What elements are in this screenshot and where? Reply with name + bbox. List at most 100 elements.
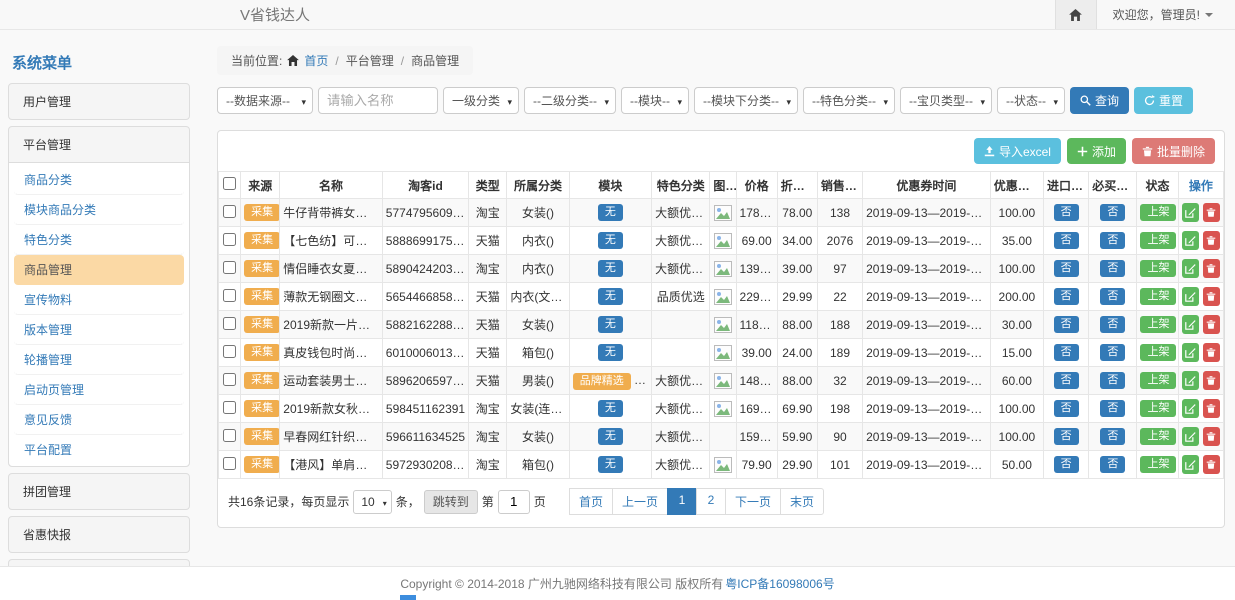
row-checkbox[interactable] <box>223 205 236 218</box>
home-button[interactable] <box>1055 0 1097 29</box>
import-select-badge[interactable]: 否 <box>1054 288 1079 305</box>
submenu-item[interactable]: 版本管理 <box>14 315 184 345</box>
must-buy-badge[interactable]: 否 <box>1100 204 1125 221</box>
status-badge[interactable]: 上架 <box>1140 372 1176 389</box>
jump-button[interactable]: 跳转到 <box>424 490 478 514</box>
row-checkbox[interactable] <box>223 289 236 302</box>
must-buy-badge[interactable]: 否 <box>1100 344 1125 361</box>
delete-button[interactable] <box>1203 343 1220 362</box>
delete-button[interactable] <box>1203 231 1220 250</box>
must-buy-badge[interactable]: 否 <box>1100 316 1125 333</box>
reset-button[interactable]: 重置 <box>1134 87 1193 114</box>
import-select-badge[interactable]: 否 <box>1054 456 1079 473</box>
status-badge[interactable]: 上架 <box>1140 260 1176 277</box>
must-buy-badge[interactable]: 否 <box>1100 232 1125 249</box>
submenu-item[interactable]: 模块商品分类 <box>14 195 184 225</box>
status-badge[interactable]: 上架 <box>1140 400 1176 417</box>
submenu-item[interactable]: 宣传物料 <box>14 285 184 315</box>
status-badge[interactable]: 上架 <box>1140 232 1176 249</box>
row-checkbox[interactable] <box>223 457 236 470</box>
filter-select[interactable]: 一级分类 ▾ <box>443 87 519 114</box>
import-select-badge[interactable]: 否 <box>1054 260 1079 277</box>
page-button[interactable]: 上一页 <box>612 488 668 515</box>
sidebar-item[interactable]: 省惠快报 <box>8 516 190 553</box>
import-excel-button[interactable]: 导入excel <box>974 138 1061 164</box>
edit-button[interactable] <box>1182 343 1199 362</box>
filter-name-input[interactable] <box>318 87 438 114</box>
add-button[interactable]: 添加 <box>1067 138 1126 164</box>
must-buy-badge[interactable]: 否 <box>1100 400 1125 417</box>
delete-button[interactable] <box>1203 371 1220 390</box>
footer-icp-link[interactable]: 粤ICP备16098006号 <box>725 575 834 592</box>
filter-select[interactable]: --特色分类-- ▾ <box>803 87 895 114</box>
sidebar-item[interactable]: 拼团管理 <box>8 473 190 510</box>
scrollbar-thumb[interactable] <box>400 595 416 600</box>
row-checkbox[interactable] <box>223 233 236 246</box>
breadcrumb-home-link[interactable]: 首页 <box>304 52 328 69</box>
filter-select[interactable]: --模块下分类-- ▾ <box>694 87 798 114</box>
delete-button[interactable] <box>1203 427 1220 446</box>
must-buy-badge[interactable]: 否 <box>1100 456 1125 473</box>
edit-button[interactable] <box>1182 315 1199 334</box>
page-button[interactable]: 2 <box>696 488 726 515</box>
submenu-item[interactable]: 意见反馈 <box>14 405 184 435</box>
filter-select[interactable]: --状态-- ▾ <box>997 87 1065 114</box>
filter-select[interactable]: --二级分类-- ▾ <box>524 87 616 114</box>
submenu-item[interactable]: 商品分类 <box>14 165 184 195</box>
select-all-checkbox[interactable] <box>223 177 236 190</box>
filter-select[interactable]: --模块-- ▾ <box>621 87 689 114</box>
edit-button[interactable] <box>1182 427 1199 446</box>
per-page-select[interactable]: 10 ▾ <box>353 490 391 514</box>
edit-button[interactable] <box>1182 203 1199 222</box>
filter-data-source-select[interactable]: --数据来源-- ▾ <box>217 87 313 114</box>
page-button[interactable]: 首页 <box>569 488 613 515</box>
search-button[interactable]: 查询 <box>1070 87 1129 114</box>
submenu-item[interactable]: 平台配置 <box>14 435 184 464</box>
must-buy-badge[interactable]: 否 <box>1100 288 1125 305</box>
delete-button[interactable] <box>1203 399 1220 418</box>
delete-button[interactable] <box>1203 455 1220 474</box>
submenu-item[interactable]: 启动页管理 <box>14 375 184 405</box>
edit-button[interactable] <box>1182 231 1199 250</box>
status-badge[interactable]: 上架 <box>1140 456 1176 473</box>
batch-delete-button[interactable]: 批量删除 <box>1132 138 1215 164</box>
page-button[interactable]: 末页 <box>780 488 824 515</box>
delete-button[interactable] <box>1203 287 1220 306</box>
edit-button[interactable] <box>1182 399 1199 418</box>
row-checkbox[interactable] <box>223 401 236 414</box>
sidebar-item-platform-management[interactable]: 平台管理 <box>9 127 189 162</box>
page-button[interactable]: 1 <box>667 488 697 515</box>
delete-button[interactable] <box>1203 315 1220 334</box>
edit-button[interactable] <box>1182 287 1199 306</box>
submenu-item[interactable]: 轮播管理 <box>14 345 184 375</box>
import-select-badge[interactable]: 否 <box>1054 316 1079 333</box>
import-select-badge[interactable]: 否 <box>1054 400 1079 417</box>
edit-button[interactable] <box>1182 371 1199 390</box>
must-buy-badge[interactable]: 否 <box>1100 260 1125 277</box>
row-checkbox[interactable] <box>223 373 236 386</box>
sidebar-item-user-management[interactable]: 用户管理 <box>8 83 190 120</box>
delete-button[interactable] <box>1203 203 1220 222</box>
user-menu[interactable]: 欢迎您，管理员! <box>1097 0 1235 29</box>
submenu-item[interactable]: 特色分类 <box>14 225 184 255</box>
row-checkbox[interactable] <box>223 345 236 358</box>
import-select-badge[interactable]: 否 <box>1054 344 1079 361</box>
status-badge[interactable]: 上架 <box>1140 204 1176 221</box>
must-buy-badge[interactable]: 否 <box>1100 372 1125 389</box>
row-checkbox[interactable] <box>223 429 236 442</box>
status-badge[interactable]: 上架 <box>1140 316 1176 333</box>
delete-button[interactable] <box>1203 259 1220 278</box>
import-select-badge[interactable]: 否 <box>1054 372 1079 389</box>
must-buy-badge[interactable]: 否 <box>1100 428 1125 445</box>
edit-button[interactable] <box>1182 259 1199 278</box>
edit-button[interactable] <box>1182 455 1199 474</box>
page-button[interactable]: 下一页 <box>725 488 781 515</box>
import-select-badge[interactable]: 否 <box>1054 428 1079 445</box>
import-select-badge[interactable]: 否 <box>1054 232 1079 249</box>
import-select-badge[interactable]: 否 <box>1054 204 1079 221</box>
row-checkbox[interactable] <box>223 317 236 330</box>
filter-select[interactable]: --宝贝类型-- ▾ <box>900 87 992 114</box>
jump-page-input[interactable] <box>498 490 530 514</box>
status-badge[interactable]: 上架 <box>1140 344 1176 361</box>
status-badge[interactable]: 上架 <box>1140 428 1176 445</box>
